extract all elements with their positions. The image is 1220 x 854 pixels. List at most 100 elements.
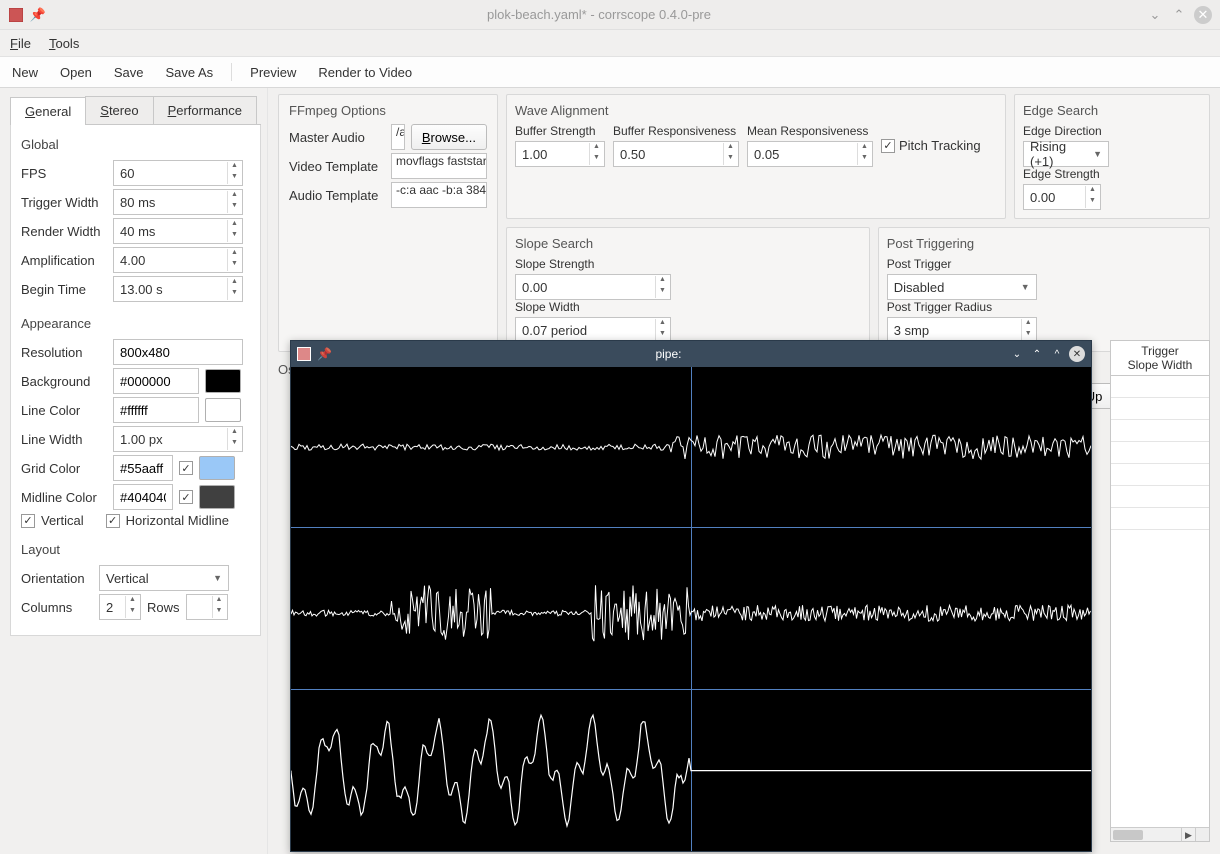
- tab-general[interactable]: General: [10, 97, 86, 125]
- slope-strength-input[interactable]: 0.00▲▼: [515, 274, 671, 300]
- table-row[interactable]: [1111, 442, 1209, 464]
- master-audio-input[interactable]: /av: [391, 124, 405, 150]
- amplification-input[interactable]: 4.00▲▼: [113, 247, 243, 273]
- buffer-resp-input[interactable]: 0.50▲▼: [613, 141, 739, 167]
- horizontal-midline-checkbox[interactable]: ✓: [106, 514, 120, 528]
- wave-alignment-panel: Wave Alignment Buffer Strength 1.00▲▼ Bu…: [506, 94, 1006, 219]
- midline-color-swatch[interactable]: [199, 485, 235, 509]
- tabs: General Stereo Performance: [10, 96, 261, 125]
- oscilloscope-expand-icon[interactable]: ⌃: [1029, 346, 1045, 362]
- browse-button[interactable]: Browse...: [411, 124, 487, 150]
- vertical-label: Vertical: [41, 513, 84, 528]
- table-row[interactable]: [1111, 420, 1209, 442]
- oscilloscope-collapse-icon[interactable]: ⌄: [1009, 346, 1025, 362]
- table-row[interactable]: [1111, 376, 1209, 398]
- buffer-resp-label: Buffer Responsiveness: [613, 124, 739, 138]
- line-color-swatch[interactable]: [205, 398, 241, 422]
- toolbar-save-as[interactable]: Save As: [161, 62, 217, 83]
- audio-template-input[interactable]: -c:a aac -b:a 384k: [391, 182, 487, 208]
- render-width-label: Render Width: [21, 224, 107, 239]
- oscilloscope-body: [291, 367, 1091, 851]
- slope-search-title: Slope Search: [515, 236, 861, 251]
- resolution-label: Resolution: [21, 345, 107, 360]
- post-trigger-radius-label: Post Trigger Radius: [887, 300, 1201, 314]
- minimize-icon[interactable]: ⌄: [1146, 6, 1164, 24]
- midline-color-label: Midline Color: [21, 490, 107, 505]
- menu-file[interactable]: File: [10, 36, 31, 51]
- toolbar-save[interactable]: Save: [110, 62, 148, 83]
- table-row[interactable]: [1111, 486, 1209, 508]
- pitch-tracking-label: Pitch Tracking: [899, 138, 981, 153]
- post-trigger-label: Post Trigger: [887, 257, 1201, 271]
- wave-alignment-title: Wave Alignment: [515, 103, 997, 118]
- rows-input[interactable]: ▲▼: [186, 594, 228, 620]
- begin-time-input[interactable]: 13.00 s▲▼: [113, 276, 243, 302]
- post-trigger-select[interactable]: Disabled▼: [887, 274, 1037, 300]
- oscilloscope-up-icon[interactable]: ^: [1049, 346, 1065, 362]
- grid-color-input[interactable]: [113, 455, 173, 481]
- line-color-input[interactable]: [113, 397, 199, 423]
- rows-label: Rows: [147, 600, 180, 615]
- pin-icon[interactable]: 📌: [30, 7, 46, 23]
- toolbar-separator: [231, 63, 232, 81]
- toolbar-open[interactable]: Open: [56, 62, 96, 83]
- general-group: Global FPS 60▲▼ Trigger Width 80 ms▲▼ Re…: [10, 125, 261, 636]
- edge-direction-label: Edge Direction: [1023, 124, 1201, 138]
- midline-color-checkbox[interactable]: ✓: [179, 490, 193, 504]
- line-width-label: Line Width: [21, 432, 107, 447]
- fps-label: FPS: [21, 166, 107, 181]
- post-triggering-panel: Post Triggering Post Trigger Disabled▼ P…: [878, 227, 1210, 352]
- buffer-strength-input[interactable]: 1.00▲▼: [515, 141, 605, 167]
- resolution-input[interactable]: [113, 339, 243, 365]
- vertical-checkbox[interactable]: ✓: [21, 514, 35, 528]
- master-audio-label: Master Audio: [289, 130, 385, 145]
- close-icon[interactable]: ✕: [1194, 6, 1212, 24]
- table-row[interactable]: [1111, 508, 1209, 530]
- app-icon: [8, 7, 24, 23]
- appearance-title: Appearance: [21, 316, 250, 331]
- line-width-input[interactable]: 1.00 px▲▼: [113, 426, 243, 452]
- maximize-icon[interactable]: ⌃: [1170, 6, 1188, 24]
- mean-resp-label: Mean Responsiveness: [747, 124, 873, 138]
- render-width-input[interactable]: 40 ms▲▼: [113, 218, 243, 244]
- edge-strength-input[interactable]: 0.00▲▼: [1023, 184, 1101, 210]
- amplification-label: Amplification: [21, 253, 107, 268]
- columns-input[interactable]: 2▲▼: [99, 594, 141, 620]
- tab-performance[interactable]: Performance: [153, 96, 257, 124]
- menu-bar: File Tools: [0, 30, 1220, 56]
- ffmpeg-title: FFmpeg Options: [289, 103, 487, 118]
- window-title: plok-beach.yaml* - corrscope 0.4.0-pre: [52, 7, 1146, 22]
- menu-tools[interactable]: Tools: [49, 36, 79, 51]
- trigger-width-input[interactable]: 80 ms▲▼: [113, 189, 243, 215]
- oscilloscope-titlebar[interactable]: 📌 pipe: ⌄ ⌃ ^ ✕: [291, 341, 1091, 367]
- background-swatch[interactable]: [205, 369, 241, 393]
- table-row[interactable]: [1111, 398, 1209, 420]
- video-template-input[interactable]: movflags faststart: [391, 153, 487, 179]
- horizontal-midline-label: Horizontal Midline: [126, 513, 229, 528]
- table-row[interactable]: [1111, 464, 1209, 486]
- grid-color-checkbox[interactable]: ✓: [179, 461, 193, 475]
- oscilloscope-window: 📌 pipe: ⌄ ⌃ ^ ✕: [290, 340, 1092, 852]
- toolbar-preview[interactable]: Preview: [246, 62, 300, 83]
- toolbar-new[interactable]: New: [8, 62, 42, 83]
- tab-stereo[interactable]: Stereo: [85, 96, 153, 124]
- oscilloscope-close-icon[interactable]: ✕: [1069, 346, 1085, 362]
- columns-label: Columns: [21, 600, 93, 615]
- background-input[interactable]: [113, 368, 199, 394]
- fps-input[interactable]: 60▲▼: [113, 160, 243, 186]
- oscilloscope-channel-1: [291, 367, 1091, 528]
- grid-color-swatch[interactable]: [199, 456, 235, 480]
- scroll-corner: [1195, 827, 1209, 841]
- mean-resp-input[interactable]: 0.05▲▼: [747, 141, 873, 167]
- edge-search-title: Edge Search: [1023, 103, 1201, 118]
- edge-direction-select[interactable]: Rising (+1)▼: [1023, 141, 1109, 167]
- begin-time-label: Begin Time: [21, 282, 107, 297]
- midline-color-input[interactable]: [113, 484, 173, 510]
- oscilloscope-pin-icon[interactable]: 📌: [317, 347, 332, 361]
- orientation-select[interactable]: Vertical▼: [99, 565, 229, 591]
- toolbar: New Open Save Save As Preview Render to …: [0, 56, 1220, 88]
- pitch-tracking-checkbox[interactable]: ✓: [881, 139, 895, 153]
- toolbar-render[interactable]: Render to Video: [314, 62, 416, 83]
- edge-strength-label: Edge Strength: [1023, 167, 1201, 181]
- horizontal-scrollbar[interactable]: ▶: [1111, 827, 1195, 841]
